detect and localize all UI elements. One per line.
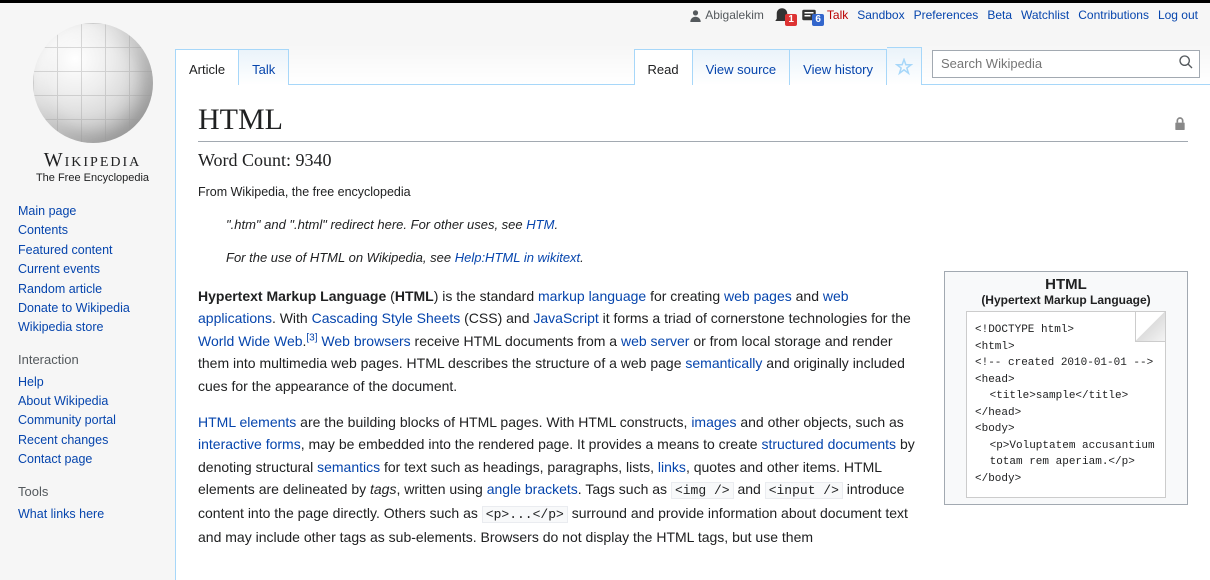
link-interactive-forms[interactable]: interactive forms bbox=[198, 436, 301, 452]
hatnote-htm-link[interactable]: HTM bbox=[526, 217, 554, 232]
personal-preferences[interactable]: Preferences bbox=[914, 8, 979, 22]
link-web-server[interactable]: web server bbox=[621, 333, 689, 349]
code-p: <p>...</p> bbox=[482, 506, 568, 523]
tabs-row: Article Talk Read View source View histo… bbox=[175, 43, 1210, 85]
link-angle-brackets[interactable]: angle brackets bbox=[487, 481, 578, 497]
infobox: HTML (Hypertext Markup Language) <!DOCTY… bbox=[944, 271, 1188, 505]
nav-contents[interactable]: Contents bbox=[18, 223, 68, 237]
personal-talk[interactable]: Talk bbox=[827, 8, 848, 22]
nav-about[interactable]: About Wikipedia bbox=[18, 394, 108, 408]
main-content: HTML Word Count: 9340 From Wikipedia, th… bbox=[175, 85, 1210, 580]
tab-read[interactable]: Read bbox=[634, 49, 693, 85]
tab-talk[interactable]: Talk bbox=[239, 49, 289, 85]
nav-featured[interactable]: Featured content bbox=[18, 243, 113, 257]
paragraph-2: HTML elements are the building blocks of… bbox=[198, 411, 922, 548]
nav-heading-interaction: Interaction bbox=[18, 352, 167, 367]
logo[interactable]: Wikipedia The Free Encyclopedia bbox=[18, 23, 167, 184]
tab-article[interactable]: Article bbox=[175, 49, 239, 85]
personal-watchlist[interactable]: Watchlist bbox=[1021, 8, 1069, 22]
nav-current-events[interactable]: Current events bbox=[18, 262, 100, 276]
link-structured-documents[interactable]: structured documents bbox=[761, 436, 896, 452]
watch-star-icon[interactable] bbox=[887, 47, 922, 85]
notices-icon[interactable]: 6 bbox=[800, 6, 818, 24]
paragraph-1: Hypertext Markup Language (HTML) is the … bbox=[198, 285, 922, 397]
infobox-code-image: <!DOCTYPE html> <html> <!-- created 2010… bbox=[966, 311, 1166, 498]
infobox-subtitle: (Hypertext Markup Language) bbox=[949, 293, 1183, 307]
logo-globe-icon bbox=[33, 23, 153, 143]
link-css[interactable]: Cascading Style Sheets bbox=[312, 310, 461, 326]
personal-beta[interactable]: Beta bbox=[987, 8, 1012, 22]
page-title: HTML bbox=[198, 103, 1188, 142]
link-images[interactable]: images bbox=[691, 414, 736, 430]
nav-random[interactable]: Random article bbox=[18, 282, 102, 296]
nav-main-page[interactable]: Main page bbox=[18, 204, 76, 218]
search-input[interactable] bbox=[933, 52, 1173, 75]
nav-community[interactable]: Community portal bbox=[18, 413, 116, 427]
word-count: Word Count: 9340 bbox=[198, 150, 1188, 171]
link-markup-language[interactable]: markup language bbox=[538, 288, 646, 304]
hatnote-help-link[interactable]: Help:HTML in wikitext bbox=[455, 250, 580, 265]
user-link[interactable]: Abigalekim bbox=[689, 8, 764, 22]
search-box bbox=[932, 50, 1200, 78]
link-semantically[interactable]: semantically bbox=[685, 355, 762, 371]
page-fold-icon bbox=[1135, 312, 1165, 342]
nav-heading-tools: Tools bbox=[18, 484, 167, 499]
personal-contributions[interactable]: Contributions bbox=[1078, 8, 1149, 22]
nav-contact[interactable]: Contact page bbox=[18, 452, 92, 466]
cite-3[interactable]: [3] bbox=[306, 332, 317, 343]
tab-view-history[interactable]: View history bbox=[790, 49, 887, 85]
nav-store[interactable]: Wikipedia store bbox=[18, 320, 103, 334]
from-line: From Wikipedia, the free encyclopedia bbox=[198, 185, 1188, 199]
nav-donate[interactable]: Donate to Wikipedia bbox=[18, 301, 130, 315]
hatnote-2: For the use of HTML on Wikipedia, see He… bbox=[226, 250, 1188, 265]
infobox-title: HTML bbox=[949, 276, 1183, 293]
hatnote-1: ".htm" and ".html" redirect here. For ot… bbox=[226, 217, 1188, 232]
code-input: <input /> bbox=[765, 482, 843, 499]
personal-sandbox[interactable]: Sandbox bbox=[857, 8, 904, 22]
link-web-browsers[interactable]: Web browsers bbox=[321, 333, 410, 349]
link-javascript[interactable]: JavaScript bbox=[533, 310, 598, 326]
logo-tagline: The Free Encyclopedia bbox=[18, 172, 167, 184]
personal-logout[interactable]: Log out bbox=[1158, 8, 1198, 22]
search-button-icon[interactable] bbox=[1173, 54, 1199, 73]
alerts-icon[interactable]: 1 bbox=[773, 6, 791, 24]
code-img: <img /> bbox=[671, 482, 734, 499]
sidebar: Wikipedia The Free Encyclopedia Main pag… bbox=[0, 3, 175, 580]
nav-recent-changes[interactable]: Recent changes bbox=[18, 433, 108, 447]
link-www[interactable]: World Wide Web bbox=[198, 333, 303, 349]
tab-view-source[interactable]: View source bbox=[693, 49, 791, 85]
nav-help[interactable]: Help bbox=[18, 375, 44, 389]
lock-icon bbox=[1172, 107, 1188, 141]
link-links[interactable]: links bbox=[658, 459, 686, 475]
logo-wordmark: Wikipedia bbox=[18, 149, 167, 172]
link-web-pages[interactable]: web pages bbox=[724, 288, 792, 304]
personal-bar: Abigalekim 1 6 Talk Sandbox Preferences … bbox=[689, 6, 1198, 24]
link-semantics[interactable]: semantics bbox=[317, 459, 380, 475]
link-html-elements[interactable]: HTML elements bbox=[198, 414, 296, 430]
